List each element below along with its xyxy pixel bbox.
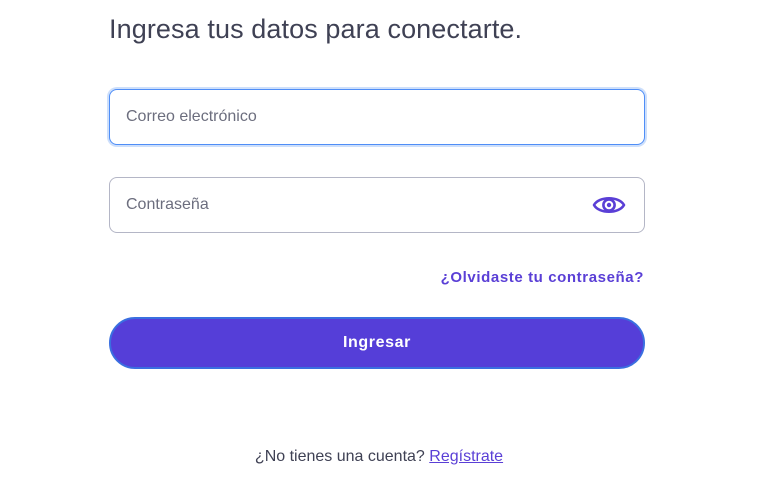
eye-icon: [592, 196, 626, 214]
password-field-container[interactable]: [109, 177, 645, 233]
email-field[interactable]: [126, 90, 586, 144]
email-field-container[interactable]: [109, 89, 645, 145]
signup-prompt: ¿No tienes una cuenta? Regístrate: [0, 448, 758, 466]
login-button[interactable]: Ingresar: [109, 317, 645, 369]
register-link[interactable]: Regístrate: [429, 448, 503, 465]
page-title: Ingresa tus datos para conectarte.: [109, 14, 523, 44]
signup-prompt-text: ¿No tienes una cuenta?: [254, 448, 425, 465]
forgot-password-link[interactable]: ¿Olvidaste tu contraseña?: [441, 269, 644, 286]
login-page: Ingresa tus datos para conectarte. ¿Olvi…: [0, 0, 758, 502]
password-field[interactable]: [126, 178, 586, 232]
show-password-toggle[interactable]: [592, 190, 626, 220]
